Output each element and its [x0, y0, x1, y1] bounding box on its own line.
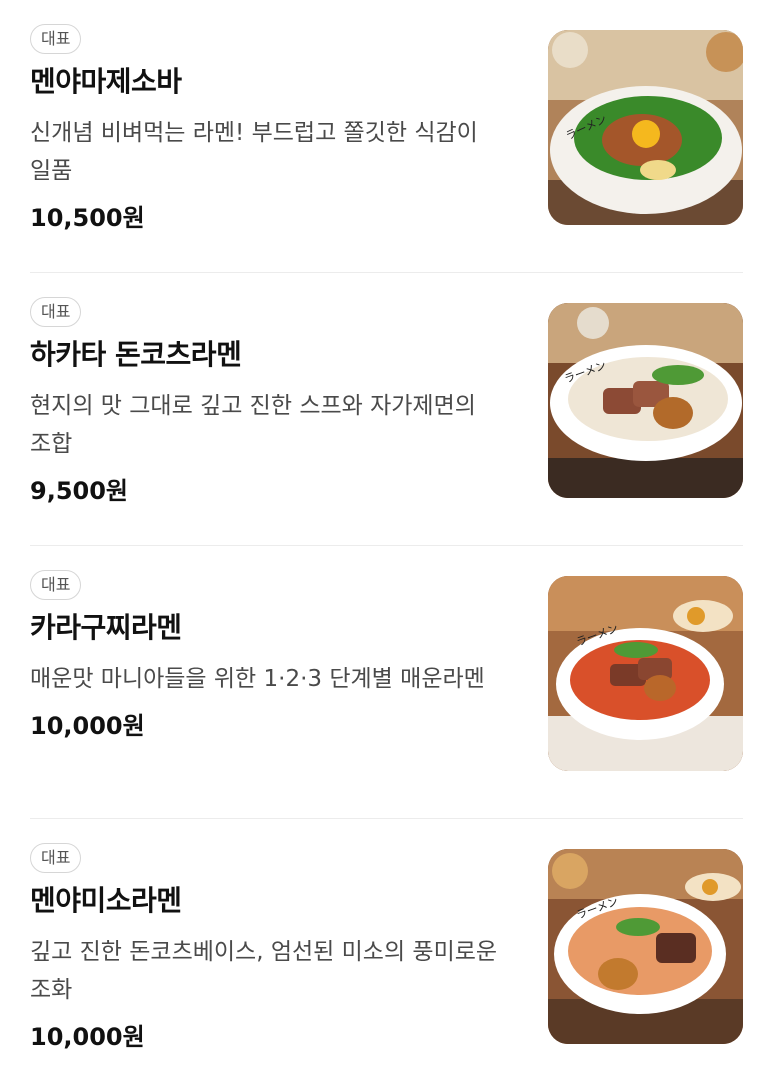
signature-badge: 대표 — [30, 570, 82, 600]
menu-item-description: 매운맛 마니아들을 위한 1·2·3 단계별 매운라멘 — [30, 666, 485, 692]
menu-item-price: 10,500원 — [30, 204, 145, 232]
menu-item-description: 깊고 진한 돈코츠베이스, 엄선된 미소의 풍미로운 조화 — [30, 939, 498, 1003]
tonkotsu-photo-illustration: ラーメン — [548, 303, 743, 498]
menu-item-text: 대표 카라구찌라멘 매운맛 마니아들을 위한 1·2·3 단계별 매운라멘 10… — [30, 570, 530, 744]
menu-item-mazesoba[interactable]: 대표 멘야마제소바 신개념 비벼먹는 라멘! 부드럽고 쫄깃한 식감이 일품 1… — [0, 0, 773, 273]
tonkotsu-ramen-photo[interactable]: ラーメン — [548, 303, 743, 498]
menu-item-price: 9,500원 — [30, 477, 128, 505]
spicy-ramen-photo[interactable]: ラーメン — [548, 576, 743, 771]
menu-item-miso[interactable]: 대표 멘야미소라멘 깊고 진한 돈코츠베이스, 엄선된 미소의 풍미로운 조화 … — [0, 819, 773, 1072]
signature-badge: 대표 — [30, 24, 82, 54]
menu-item-description: 현지의 맛 그대로 깊고 진한 스프와 자가제면의 조합 — [30, 393, 476, 457]
miso-ramen-photo[interactable]: ラーメン — [548, 849, 743, 1044]
menu-item-text: 대표 멘야미소라멘 깊고 진한 돈코츠베이스, 엄선된 미소의 풍미로운 조화 … — [30, 843, 530, 1055]
menu-item-text: 대표 멘야마제소바 신개념 비벼먹는 라멘! 부드럽고 쫄깃한 식감이 일품 1… — [30, 24, 530, 236]
mazesoba-bowl-photo[interactable]: ラーメン — [548, 30, 743, 225]
menu-item-name: 카라구찌라멘 — [30, 611, 182, 644]
signature-badge: 대표 — [30, 297, 82, 327]
menu-item-name: 멘야마제소바 — [30, 65, 182, 98]
menu-item-price: 10,000원 — [30, 712, 145, 740]
menu-item-name: 멘야미소라멘 — [30, 884, 182, 917]
menu-list: 대표 멘야마제소바 신개념 비벼먹는 라멘! 부드럽고 쫄깃한 식감이 일품 1… — [0, 0, 773, 1072]
menu-item-price: 10,000원 — [30, 1023, 145, 1051]
menu-item-name: 하카타 돈코츠라멘 — [30, 338, 242, 371]
miso-ramen-photo-illustration: ラーメン — [548, 849, 743, 1044]
menu-item-text: 대표 하카타 돈코츠라멘 현지의 맛 그대로 깊고 진한 스프와 자가제면의 조… — [30, 297, 530, 509]
menu-item-karaguchi[interactable]: 대표 카라구찌라멘 매운맛 마니아들을 위한 1·2·3 단계별 매운라멘 10… — [0, 546, 773, 819]
spicy-ramen-photo-illustration: ラーメン — [548, 576, 743, 771]
mazesoba-photo-illustration: ラーメン — [548, 30, 743, 225]
menu-item-description: 신개념 비벼먹는 라멘! 부드럽고 쫄깃한 식감이 일품 — [30, 120, 478, 184]
menu-item-tonkotsu[interactable]: 대표 하카타 돈코츠라멘 현지의 맛 그대로 깊고 진한 스프와 자가제면의 조… — [0, 273, 773, 546]
signature-badge: 대표 — [30, 843, 82, 873]
